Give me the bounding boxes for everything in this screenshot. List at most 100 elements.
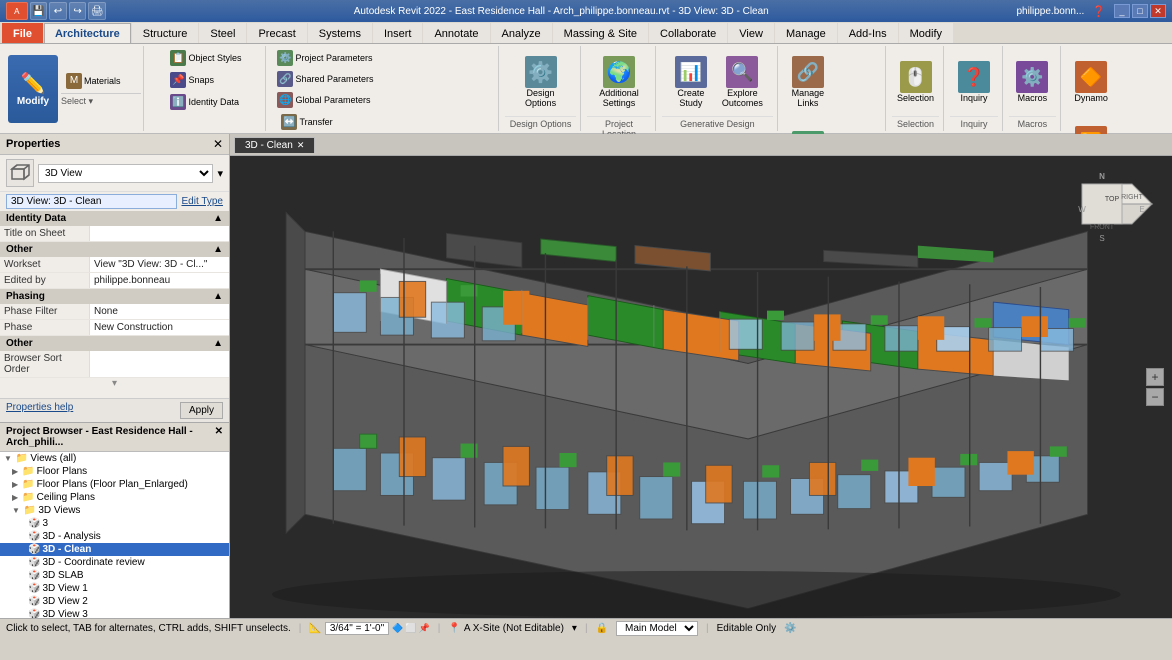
browser-item-3d-view-2[interactable]: 🎲 3D View 2 [0, 595, 229, 608]
qa-redo[interactable]: ↪ [69, 2, 87, 20]
prop-value-phase[interactable]: New Construction [90, 320, 229, 335]
ribbon-group-selection: 🖱️ Selection Selection [888, 46, 944, 131]
prop-section-other1[interactable]: Other ▲ [0, 242, 229, 257]
app-menu[interactable]: A [6, 2, 28, 20]
browser-item-3d-clean[interactable]: 🎲 3D - Clean [0, 543, 229, 556]
materials-button[interactable]: M Materials [61, 71, 141, 91]
browser-item-floor-plans-enlarged[interactable]: ▶ 📁 Floor Plans (Floor Plan_Enlarged) [0, 478, 229, 491]
prop-value-workset[interactable]: View "3D View: 3D - Cl..." [90, 257, 229, 272]
browser-item-3d-view-1[interactable]: 🎲 3D View 1 [0, 582, 229, 595]
additional-settings-button[interactable]: 🌍 AdditionalSettings [594, 48, 644, 116]
tab-file[interactable]: File [2, 23, 43, 43]
browser-item-3d-views[interactable]: ▼ 📁 3D Views [0, 504, 229, 517]
status-model-dropdown[interactable]: Main Model [616, 621, 698, 636]
status-icons: 🔷 ⬜ 📌 [392, 623, 430, 634]
shared-params-button[interactable]: 🔗 Shared Parameters [272, 69, 378, 89]
project-params-button[interactable]: ⚙️ Project Parameters [272, 48, 378, 68]
status-settings-icon[interactable]: ⚙️ [784, 623, 796, 634]
qa-print[interactable]: 🖨 [88, 2, 106, 20]
properties-title: Properties [6, 138, 60, 150]
minimize-btn[interactable]: _ [1114, 4, 1130, 18]
vp-tab-close[interactable]: ✕ [297, 140, 305, 151]
manage-links-button[interactable]: 🔗 ManageLinks [784, 48, 832, 116]
explore-outcomes-button[interactable]: 🔍 ExploreOutcomes [717, 48, 768, 116]
prop-view-input[interactable] [6, 194, 177, 209]
prop-value-phase-filter[interactable]: None [90, 304, 229, 319]
prop-section-identity[interactable]: Identity Data ▲ [0, 211, 229, 226]
site-label: A X-Site (Not Editable) [464, 623, 564, 634]
snaps-button[interactable]: 📌 Snaps [165, 70, 245, 90]
browser-item-floor-plans[interactable]: ▶ 📁 Floor Plans [0, 465, 229, 478]
properties-scrollable: Identity Data ▲ Title on Sheet Other ▲ W… [0, 211, 229, 398]
tab-manage[interactable]: Manage [775, 23, 837, 43]
status-dropdown-site[interactable]: ▾ [572, 623, 577, 634]
tab-systems[interactable]: Systems [308, 23, 372, 43]
create-study-button[interactable]: 📊 CreateStudy [667, 48, 715, 116]
browser-item-3d-view-3[interactable]: 🎲 3D View 3 [0, 608, 229, 618]
modify-icon: ✏️ [21, 71, 46, 96]
tab-structure[interactable]: Structure [132, 23, 199, 43]
icon-3d-view: 🎲 [28, 518, 40, 529]
properties-close[interactable]: ✕ [213, 137, 223, 151]
tab-massing[interactable]: Massing & Site [553, 23, 648, 43]
tab-annotate[interactable]: Annotate [423, 23, 489, 43]
help-btn[interactable]: ❓ [1092, 5, 1106, 18]
apply-button[interactable]: Apply [180, 402, 223, 419]
browser-item-3d-slab[interactable]: 🎲 3D SLAB [0, 569, 229, 582]
browser-item-3d-analysis[interactable]: 🎲 3D - Analysis [0, 530, 229, 543]
browser-content[interactable]: ▼ 📁 Views (all) ▶ 📁 Floor Plans ▶ 📁 Floo… [0, 452, 229, 618]
browser-item-3d-coord[interactable]: 🎲 3D - Coordinate review [0, 556, 229, 569]
prop-label-title-on-sheet: Title on Sheet [0, 226, 90, 241]
prop-type-dropdown[interactable]: 3D View [38, 164, 213, 183]
prop-more-btn[interactable]: ▾ [0, 378, 229, 389]
viewport-canvas[interactable]: FRONT RIGHT TOP N S E W + − [230, 156, 1172, 618]
icon-views: 📁 [16, 453, 28, 464]
select-label[interactable]: Select ▾ [61, 93, 141, 107]
dynamo-button[interactable]: 🔶 Dynamo [1067, 48, 1115, 116]
global-params-button[interactable]: 🌐 Global Parameters [272, 90, 378, 110]
modify-label: Modify [17, 96, 49, 107]
browser-item-views-all[interactable]: ▼ 📁 Views (all) [0, 452, 229, 465]
tab-modify[interactable]: Modify [899, 23, 953, 43]
design-options-button[interactable]: ⚙️ DesignOptions [517, 48, 565, 116]
browser-item-3d[interactable]: 🎲 3 [0, 517, 229, 530]
close-btn[interactable]: ✕ [1150, 4, 1166, 18]
window-controls[interactable]: _ □ ✕ [1114, 4, 1166, 18]
tab-view[interactable]: View [728, 23, 774, 43]
viewport-tab-3d-clean[interactable]: 3D - Clean ✕ [234, 137, 315, 153]
browser-close[interactable]: ✕ [215, 426, 223, 448]
tab-architecture[interactable]: Architecture [44, 23, 131, 43]
viewcube[interactable]: FRONT RIGHT TOP N S E W [1077, 164, 1157, 244]
tab-steel[interactable]: Steel [199, 23, 246, 43]
macros-label: Macros [1009, 116, 1056, 129]
status-icon-3[interactable]: 📌 [419, 623, 430, 634]
tab-analyze[interactable]: Analyze [491, 23, 552, 43]
tab-precast[interactable]: Precast [247, 23, 306, 43]
object-styles-button[interactable]: 📋 Object Styles [165, 48, 246, 68]
project-info-button[interactable]: ℹ️ Identity Data [165, 92, 245, 112]
macros-button[interactable]: ⚙️ Macros [1008, 48, 1056, 116]
edit-type-link[interactable]: Edit Type [181, 196, 223, 207]
tab-addins[interactable]: Add-Ins [838, 23, 898, 43]
modify-button[interactable]: ✏️ Modify [8, 55, 58, 123]
expand-views-all: ▼ [4, 454, 12, 463]
prop-section-other2[interactable]: Other ▲ [0, 336, 229, 351]
prop-value-browser-sort[interactable] [90, 351, 229, 377]
prop-section-phasing[interactable]: Phasing ▲ [0, 289, 229, 304]
maximize-btn[interactable]: □ [1132, 4, 1148, 18]
qa-save[interactable]: 💾 [30, 2, 48, 20]
browser-item-ceiling-plans[interactable]: ▶ 📁 Ceiling Plans [0, 491, 229, 504]
zoom-in-btn[interactable]: + [1146, 368, 1164, 386]
zoom-out-btn[interactable]: − [1146, 388, 1164, 406]
prop-value-title-on-sheet[interactable] [90, 226, 229, 241]
properties-help-link[interactable]: Properties help [6, 402, 73, 419]
inquiry-button[interactable]: ❓ Inquiry [950, 48, 998, 116]
left-panel: Properties ✕ 3D View ▾ [0, 134, 230, 618]
transfer-button[interactable]: ↔️ Transfer [276, 112, 388, 132]
tab-collaborate[interactable]: Collaborate [649, 23, 727, 43]
status-icon-2[interactable]: ⬜ [405, 623, 416, 634]
qa-undo[interactable]: ↩ [49, 2, 67, 20]
selection-button[interactable]: 🖱️ Selection [892, 48, 940, 116]
tab-insert[interactable]: Insert [373, 23, 423, 43]
status-icon-1[interactable]: 🔷 [392, 623, 403, 634]
